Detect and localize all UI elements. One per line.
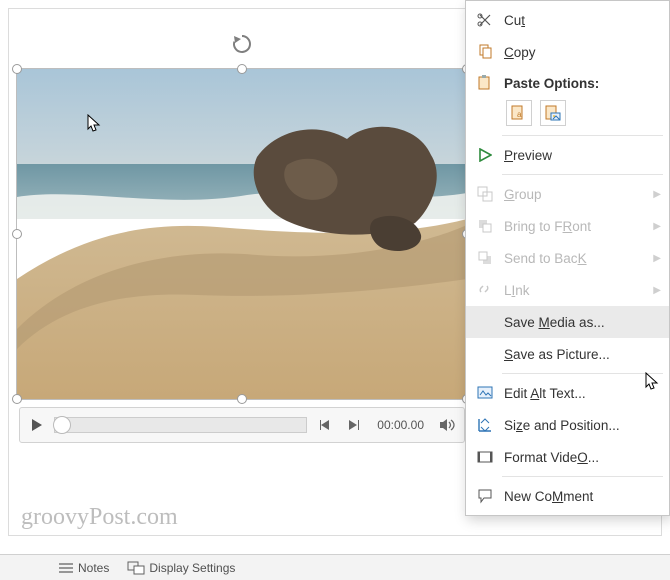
menu-format-video[interactable]: Format VideO... (466, 441, 669, 473)
menu-preview[interactable]: Preview (466, 139, 669, 171)
playback-thumb[interactable] (53, 416, 71, 434)
menu-label: Preview (504, 148, 661, 163)
group-icon (476, 185, 494, 203)
menu-label: LInk (504, 283, 641, 298)
chevron-right-icon: ▶ (651, 253, 661, 264)
bring-front-icon (476, 217, 494, 235)
paste-options-row: a (466, 98, 669, 132)
context-menu: Cut Copy Paste Options: a Preview Group (465, 0, 670, 516)
status-label: Notes (78, 561, 109, 575)
status-display-settings[interactable]: Display Settings (127, 561, 235, 575)
menu-label: Format VideO... (504, 450, 661, 465)
playback-time: 00:00.00 (371, 418, 430, 432)
resize-handle[interactable] (237, 64, 247, 74)
cursor-icon (87, 114, 101, 135)
status-bar: Notes Display Settings (0, 554, 670, 580)
resize-handle[interactable] (12, 394, 22, 404)
menu-label: Save Media as... (504, 315, 661, 330)
chevron-right-icon: ▶ (651, 189, 661, 200)
rotate-handle-icon[interactable] (231, 33, 253, 58)
watermark-text: groovyPost.com (21, 504, 178, 531)
play-icon (476, 146, 494, 164)
scissors-icon (476, 11, 494, 29)
menu-save-as-picture[interactable]: Save as Picture... (466, 338, 669, 370)
resize-handle[interactable] (12, 229, 22, 239)
display-icon (127, 561, 145, 575)
menu-paste-heading: Paste Options: (466, 68, 669, 98)
menu-label: Paste Options: (504, 76, 669, 91)
menu-size-position[interactable]: Size and Position... (466, 409, 669, 441)
video-playback-bar: 00:00.00 (19, 407, 465, 443)
menu-label: Group (504, 187, 641, 202)
status-label: Display Settings (149, 561, 235, 575)
send-back-icon (476, 249, 494, 267)
resize-handle[interactable] (237, 394, 247, 404)
menu-link: LInk ▶ (466, 274, 669, 306)
menu-label: Cut (504, 13, 661, 28)
menu-edit-alt-text[interactable]: Edit Alt Text... (466, 377, 669, 409)
step-forward-button[interactable] (341, 412, 367, 438)
chevron-right-icon: ▶ (651, 285, 661, 296)
blank-icon (476, 345, 494, 363)
chevron-right-icon: ▶ (651, 221, 661, 232)
paste-option-text[interactable]: a (506, 100, 532, 126)
menu-group: Group ▶ (466, 178, 669, 210)
alt-text-icon (476, 384, 494, 402)
menu-label: Send to BacK (504, 251, 641, 266)
paste-option-picture[interactable] (540, 100, 566, 126)
video-object[interactable] (17, 69, 467, 399)
video-thumbnail (17, 69, 467, 399)
menu-bring-to-front: Bring to FRont ▶ (466, 210, 669, 242)
menu-send-to-back: Send to BacK ▶ (466, 242, 669, 274)
menu-copy[interactable]: Copy (466, 36, 669, 68)
menu-save-media-as[interactable]: Save Media as... (466, 306, 669, 338)
menu-label: Copy (504, 45, 661, 60)
blank-icon (476, 313, 494, 331)
volume-button[interactable] (434, 412, 460, 438)
status-notes[interactable]: Notes (58, 561, 109, 575)
play-button[interactable] (24, 412, 50, 438)
svg-text:a: a (517, 110, 522, 119)
copy-icon (476, 43, 494, 61)
format-video-icon (476, 448, 494, 466)
menu-cut[interactable]: Cut (466, 4, 669, 36)
notes-icon (58, 561, 74, 575)
comment-icon (476, 487, 494, 505)
menu-label: Save as Picture... (504, 347, 661, 362)
menu-label: Bring to FRont (504, 219, 641, 234)
menu-label: New CoMment (504, 489, 661, 504)
playback-timeline[interactable] (54, 417, 307, 433)
resize-handle[interactable] (12, 64, 22, 74)
cursor-icon (645, 372, 659, 393)
size-position-icon (476, 416, 494, 434)
menu-new-comment[interactable]: New CoMment (466, 480, 669, 512)
menu-label: Size and Position... (504, 418, 661, 433)
clipboard-icon (476, 74, 494, 92)
step-back-button[interactable] (311, 412, 337, 438)
menu-label: Edit Alt Text... (504, 386, 661, 401)
link-icon (476, 281, 494, 299)
